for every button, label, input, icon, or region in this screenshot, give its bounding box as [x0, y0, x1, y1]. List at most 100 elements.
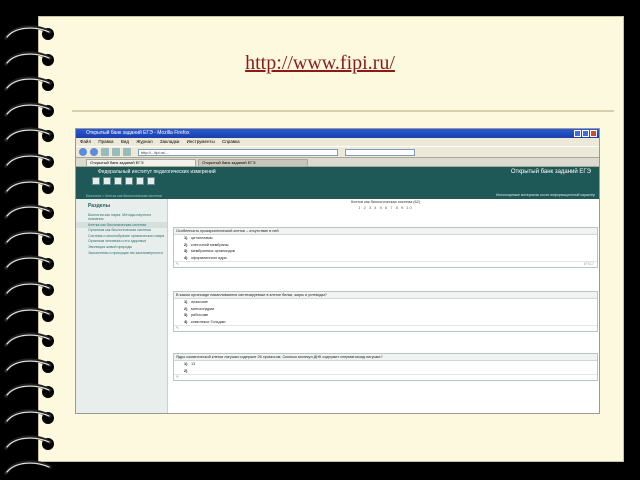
answer-option[interactable]: 2) — [174, 368, 597, 375]
site-header: Федеральный институт педагогических изме… — [76, 167, 599, 199]
pager[interactable]: 1 2 3 4 5 6 7 8 9 10 — [173, 205, 598, 210]
question-footer: ✎ — [174, 374, 597, 380]
binding-ring — [4, 408, 52, 426]
binding-ring — [4, 280, 52, 298]
back-icon[interactable] — [79, 148, 87, 156]
question-footer: ✎ 1F1C7 — [174, 261, 597, 267]
print-icon[interactable] — [92, 177, 100, 185]
answer-option[interactable]: 1) 13 — [174, 361, 597, 368]
tab-active[interactable]: Открытый банк заданий ЕГЭ — [86, 159, 196, 166]
reload-icon[interactable] — [101, 148, 109, 156]
binding-ring — [4, 24, 52, 42]
option-number: 1) — [184, 300, 188, 304]
question-code: 1F1C7 — [583, 262, 594, 267]
option-text: оформленного ядра — [191, 255, 227, 260]
divider-rule — [72, 110, 614, 112]
option-number: 2) — [184, 368, 188, 373]
tab-bar: Открытый банк заданий ЕГЭ Открытый банк … — [76, 158, 599, 167]
option-number: 3) — [184, 313, 188, 318]
sidebar-item[interactable]: Биология как наука. Методы научного позн… — [76, 212, 167, 222]
info-icon[interactable] — [125, 177, 133, 185]
sidebar-item[interactable]: Система и многообразие органического мир… — [76, 233, 167, 239]
binding-ring — [4, 306, 52, 324]
option-text: клеточной мембраны — [191, 242, 229, 247]
tab-inactive[interactable]: Открытый банк заданий ЕГЭ — [198, 159, 308, 166]
section-caption: Клетка как биологическая система (62) — [350, 200, 421, 204]
binding-ring — [4, 382, 52, 400]
breadcrumb[interactable]: Биология > Клетка как биологическая сист… — [86, 194, 162, 198]
stop-icon[interactable] — [112, 148, 120, 156]
option-number: 4) — [184, 319, 188, 324]
option-number: 3) — [184, 249, 188, 254]
binding-ring — [4, 126, 52, 144]
site-subtitle: Используемые материалы носят информацион… — [495, 193, 595, 197]
binding-ring — [4, 331, 52, 349]
menu-item-tools[interactable]: Инструменты — [187, 139, 215, 144]
option-number: 2) — [184, 306, 188, 311]
answer-option[interactable]: 1) лизосоме — [174, 299, 597, 306]
option-text: 13 — [191, 362, 196, 366]
answer-icon[interactable]: ✎ — [176, 375, 179, 379]
menu-bar: Файл Правка Вид Журнал Закладки Инструме… — [76, 138, 599, 146]
question-text: Особенность прокариотической клетки – от… — [174, 228, 597, 235]
window-controls — [574, 130, 597, 137]
answer-option[interactable]: 4) оформленного ядра — [174, 255, 597, 262]
option-number: 4) — [184, 255, 188, 260]
menu-item-edit[interactable]: Правка — [98, 139, 113, 144]
home-icon[interactable] — [114, 177, 122, 185]
binding-ring — [4, 75, 52, 93]
menu-item-bookmarks[interactable]: Закладки — [160, 139, 179, 144]
answer-option[interactable]: 4) комплексе Гольджи — [174, 319, 597, 326]
option-text: комплексе Гольджи — [191, 319, 226, 324]
binding-ring — [4, 357, 52, 375]
minimize-icon[interactable] — [574, 130, 581, 137]
sections-sidebar: Разделы Биология как наука. Методы научн… — [76, 199, 168, 413]
option-text: рибосоме — [191, 313, 209, 318]
home-icon[interactable] — [123, 148, 131, 156]
window-title: Открытый банк заданий ЕГЭ - Mozilla Fire… — [86, 130, 190, 136]
binding-ring — [4, 434, 52, 452]
help-icon[interactable] — [103, 177, 111, 185]
close-icon[interactable] — [590, 130, 597, 137]
menu-item-view[interactable]: Вид — [121, 139, 129, 144]
forward-icon[interactable] — [90, 148, 98, 156]
maximize-icon[interactable] — [582, 130, 589, 137]
answer-icon[interactable]: ✎ — [176, 326, 179, 330]
option-text: цитоплазмы — [191, 236, 213, 240]
binding-ring — [4, 101, 52, 119]
option-text: лизосоме — [191, 300, 208, 304]
nav-toolbar: http://...fipi.ru/... — [76, 146, 599, 158]
menu-item-file[interactable]: Файл — [80, 139, 91, 144]
page-content: Разделы Биология как наука. Методы научн… — [76, 199, 599, 413]
option-number: 1) — [184, 362, 188, 366]
binding-ring — [4, 203, 52, 221]
question-footer: ✎ — [174, 325, 597, 331]
answer-option[interactable]: 2) клеточной мембраны — [174, 242, 597, 249]
address-bar[interactable]: http://...fipi.ru/... — [138, 148, 338, 156]
answer-option[interactable]: 3) рибосоме — [174, 312, 597, 319]
bank-title: Открытый банк заданий ЕГЭ — [510, 169, 591, 175]
window-titlebar: Открытый банк заданий ЕГЭ - Mozilla Fire… — [76, 129, 599, 138]
search-box[interactable] — [345, 148, 415, 156]
answer-option[interactable]: 1) цитоплазмы — [174, 235, 597, 242]
menu-item-history[interactable]: Журнал — [136, 139, 152, 144]
url-title-link[interactable]: http://www.fipi.ru/ — [0, 52, 640, 75]
answer-option[interactable]: 2) митохондрии — [174, 306, 597, 313]
menu-item-help[interactable]: Справка — [222, 139, 240, 144]
mail-icon[interactable] — [136, 177, 144, 185]
question-text: В каком органоиде накапливаются синтезир… — [174, 292, 597, 299]
binding-ring — [4, 254, 52, 272]
binding-ring — [4, 459, 52, 477]
questions-area: Клетка как биологическая система (62) 1 … — [173, 199, 598, 413]
answer-option[interactable]: 3) мембранных органоидов — [174, 248, 597, 255]
answer-icon[interactable]: ✎ — [176, 262, 179, 266]
binding-ring — [4, 229, 52, 247]
sidebar-item[interactable]: Экосистемы и присущие им закономерности — [76, 250, 167, 256]
settings-icon[interactable] — [147, 177, 155, 185]
option-text: митохондрии — [191, 306, 215, 311]
question-card: В каком органоиде накапливаются синтезир… — [173, 291, 598, 333]
option-number: 1) — [184, 236, 188, 240]
option-text: мембранных органоидов — [191, 249, 235, 254]
option-number: 2) — [184, 242, 188, 247]
question-card: Ядро соматической клетки лягушки содержи… — [173, 353, 598, 382]
